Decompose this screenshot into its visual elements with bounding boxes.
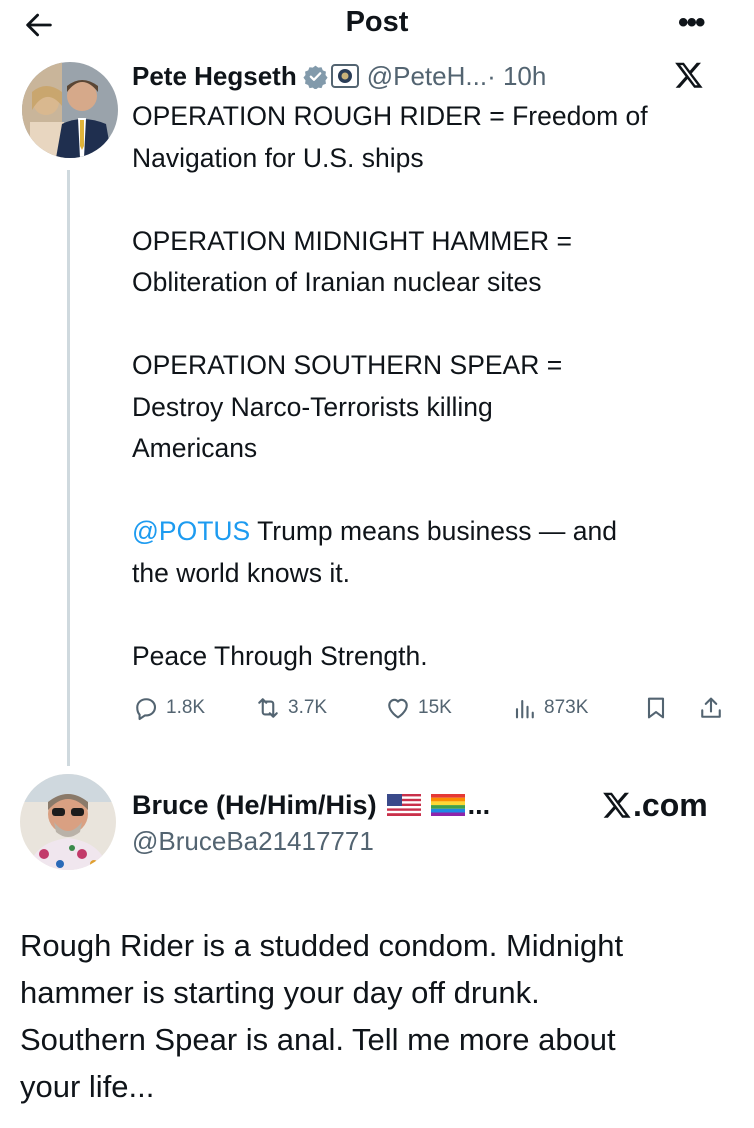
- like-button[interactable]: 15K: [384, 688, 452, 728]
- mention-link[interactable]: @POTUS: [132, 516, 250, 546]
- reply-line: hammer is starting your day off drunk.: [20, 975, 540, 1010]
- thread-connector-line: [67, 170, 70, 766]
- post-time: · 10h: [487, 60, 547, 91]
- page-title: Post: [345, 6, 409, 38]
- tweet-line: OPERATION SOUTHERN SPEAR =: [132, 350, 563, 380]
- rainbow-flag-icon: [430, 794, 465, 816]
- us-flag-icon: [386, 794, 421, 816]
- source-label: .com: [602, 786, 708, 824]
- tweet-line: Destroy Narco-Terrorists killing: [132, 391, 493, 422]
- x-logo-icon: [603, 792, 631, 818]
- reply-button[interactable]: 1.8K: [132, 688, 205, 728]
- source-domain: .com: [633, 786, 708, 823]
- reply-line: Southern Spear is anal. Tell me more abo…: [20, 1022, 616, 1057]
- reply-count: 1.8K: [166, 697, 206, 718]
- author-handle[interactable]: @BruceBa21417771: [132, 826, 374, 857]
- tweet-line: OPERATION ROUGH RIDER = Freedom of: [132, 101, 648, 131]
- tweet-line: Americans: [132, 433, 258, 463]
- tweet-line: OPERATION MIDNIGHT HAMMER =: [132, 225, 572, 256]
- tweet-line-text: Trump means business — and: [250, 516, 617, 546]
- views-chart-icon: [515, 699, 534, 719]
- share-icon: [701, 697, 721, 718]
- bookmark-icon: [647, 697, 665, 719]
- bookmark-button[interactable]: [642, 688, 676, 728]
- tweet-line: the world knows it.: [132, 557, 350, 588]
- reply-icon: [136, 698, 157, 721]
- heart-icon: [388, 698, 408, 719]
- author-name[interactable]: Pete Hegseth: [132, 61, 297, 92]
- like-count: 15K: [418, 697, 452, 718]
- tweet-text: OPERATION ROUGH RIDER = Freedom of Navig…: [132, 96, 732, 677]
- tweet-author-row: Pete Hegseth @PeteH... · 10h: [132, 56, 546, 96]
- name-truncation: ...: [467, 789, 491, 820]
- avatar-photo-icon: [20, 774, 116, 870]
- government-affiliation-icon: [330, 64, 359, 88]
- views-button[interactable]: 873K: [510, 688, 588, 728]
- reply-line: Rough Rider is a studded condom. Midnigh…: [20, 928, 624, 963]
- author-name[interactable]: Bruce (He/Him/His): [132, 790, 377, 821]
- views-count: 873K: [544, 697, 589, 718]
- avatar-photo-icon: [22, 62, 118, 158]
- author-handle[interactable]: @PeteH...: [367, 61, 487, 92]
- tweet-line: Navigation for U.S. ships: [132, 142, 424, 173]
- repost-button[interactable]: 3.7K: [254, 688, 327, 728]
- more-horizontal-icon[interactable]: •••: [678, 6, 705, 40]
- repost-count: 3.7K: [288, 697, 328, 718]
- x-logo-icon: [675, 62, 703, 88]
- tweet-line: Peace Through Strength.: [132, 640, 428, 671]
- tweet-line: Obliteration of Iranian nuclear sites: [132, 267, 542, 297]
- reply-line: your life...: [20, 1069, 155, 1104]
- reply-text: Rough Rider is a studded condom. Midnigh…: [20, 922, 740, 1110]
- share-button[interactable]: [697, 688, 731, 728]
- tweet-line: @POTUS Trump means business — and: [132, 511, 732, 553]
- repost-icon: [258, 698, 278, 718]
- avatar[interactable]: [20, 774, 116, 870]
- avatar[interactable]: [22, 62, 118, 158]
- verified-badge-icon: [303, 65, 328, 89]
- reply-author-row: Bruce (He/Him/His) ...: [132, 786, 490, 824]
- tweet-action-bar: 1.8K 3.7K 15K 873K: [132, 688, 732, 728]
